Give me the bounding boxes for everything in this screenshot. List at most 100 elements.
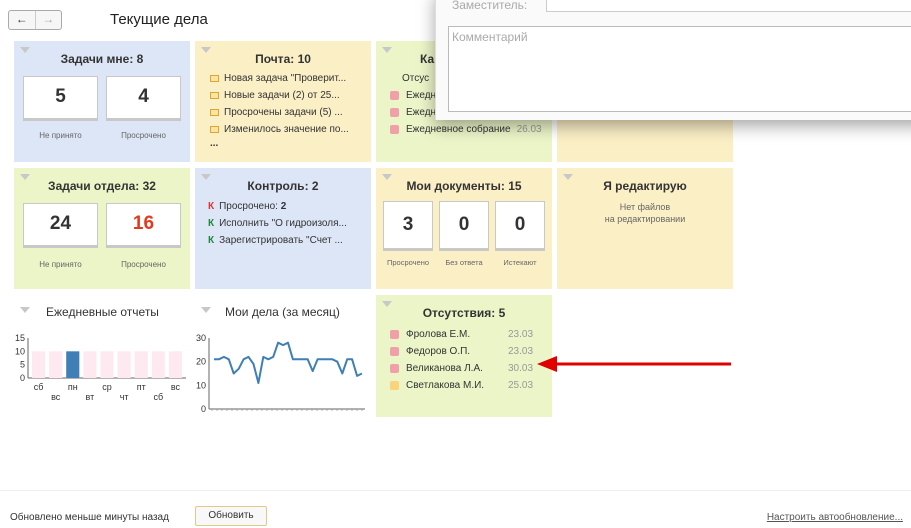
deputy-label: Заместитель: (452, 0, 528, 12)
tile-title[interactable]: Почта: 10 (195, 52, 371, 66)
tile-daily-reports[interactable]: Ежедневные отчеты 0 5 10 15 сб вс пн вт ср чт пт сб… (14, 295, 190, 420)
y-tick-label: 10 (15, 346, 25, 356)
tile-my-documents[interactable]: Мои документы: 15 3 0 0 Просрочено Без о… (376, 168, 552, 289)
mail-item[interactable]: Новая задача "Проверит... (210, 73, 346, 84)
control-item[interactable]: К Исполнить "О гидроизоля... (208, 218, 347, 229)
collapse-triangle-icon[interactable] (201, 307, 211, 313)
bar-background (100, 351, 114, 378)
empty-line-1: Нет файлов (619, 202, 671, 212)
overdue-counter[interactable]: 4 (106, 76, 181, 121)
control-item[interactable]: К Просрочено: 2 (208, 201, 286, 212)
tile-editing[interactable]: Я редактирую Нет файлов на редактировани… (557, 168, 733, 289)
not-accepted-label: Не принято (39, 131, 82, 140)
bar-background (117, 351, 131, 378)
y-tick-label: 15 (15, 333, 25, 343)
envelope-icon (210, 108, 219, 116)
no-answer-label: Без ответа (445, 258, 483, 267)
my-affairs-chart: 0 10 20 30 (196, 333, 365, 414)
tile-my-affairs[interactable]: Мои дела (за месяц) 0 10 20 30 (195, 295, 371, 420)
calendar-subtitle: Отсус (402, 73, 430, 84)
y-tick-label: 20 (196, 357, 206, 367)
more-link[interactable]: ... (210, 138, 218, 149)
control-mark: К (208, 235, 215, 246)
collapse-triangle-icon[interactable] (20, 307, 30, 313)
back-button[interactable]: ← (9, 11, 35, 29)
tile-title[interactable]: Ежедневные отчеты (46, 305, 159, 319)
bar-background (151, 351, 165, 378)
tile-title[interactable]: Задачи отдела: 32 (14, 179, 190, 193)
control-mark: К (208, 218, 215, 229)
tile-control[interactable]: Контроль: 2 К Просрочено: 2 К Исполнить "О… (195, 168, 371, 289)
x-tick-label: ср (102, 382, 112, 392)
calendar-item[interactable]: Ежедн (390, 90, 436, 101)
envelope-icon (210, 74, 219, 82)
absence-date: 30.03 (508, 363, 534, 374)
y-tick-label: 10 (196, 380, 206, 390)
empty-line-2: на редактировании (604, 214, 686, 224)
forward-button[interactable]: → (34, 11, 62, 29)
autoupdate-link[interactable]: Настроить автообновление... (767, 512, 903, 523)
control-item[interactable]: К Зарегистрировать "Счет ... (208, 235, 343, 246)
tile-title[interactable]: Отсутствия: 5 (376, 306, 552, 320)
refresh-button[interactable]: Обновить (195, 506, 267, 526)
status-square-icon (390, 363, 399, 373)
tile-title[interactable]: Задачи мне: 8 (14, 52, 190, 66)
expiring-label: Истекают (503, 258, 537, 267)
expiring-counter[interactable]: 0 (495, 201, 545, 251)
tile-title[interactable]: Я редактирую (557, 179, 733, 193)
tile-title[interactable]: Мои дела (за месяц) (225, 305, 340, 319)
y-tick-label: 0 (20, 373, 25, 383)
no-answer-counter[interactable]: 0 (439, 201, 489, 251)
bar-background (83, 351, 97, 378)
envelope-icon (210, 125, 219, 133)
x-tick-label: пт (137, 382, 146, 392)
tile-dept-tasks[interactable]: Задачи отдела: 32 24 16 Не принято Проср… (14, 168, 190, 289)
collapse-triangle-icon[interactable] (382, 47, 392, 53)
status-square-icon (390, 90, 399, 100)
mail-item[interactable]: Изменилось значение по... (210, 124, 349, 135)
not-accepted-counter[interactable]: 5 (23, 76, 98, 121)
series-line (214, 341, 363, 384)
status-square-icon (390, 346, 399, 356)
x-tick-label: пн (68, 382, 78, 392)
overdue-counter[interactable]: 3 (383, 201, 433, 251)
y-tick-label: 5 (20, 360, 25, 370)
status-square-icon (390, 329, 399, 339)
calendar-item[interactable]: Ежедн (390, 107, 436, 118)
absence-row[interactable]: Великанова Л.А. 30.03 (390, 363, 533, 374)
x-tick-label: вс (51, 392, 61, 402)
status-square-icon (390, 380, 399, 390)
x-tick-label: сб (34, 382, 44, 392)
footer-divider (0, 490, 911, 491)
overdue-label: Просрочено (121, 260, 166, 269)
nav-buttons: ← → (8, 10, 62, 30)
mail-item[interactable]: Новые задачи (2) от 25... (210, 90, 340, 101)
envelope-icon (210, 91, 219, 99)
status-text: Обновлено меньше минуты назад (10, 512, 169, 523)
tile-absences[interactable]: Отсутствия: 5 Фролова Е.М. 23.03 Федоров … (376, 295, 552, 417)
tile-title[interactable]: Мои документы: 15 (376, 179, 552, 193)
absence-date: 23.03 (508, 346, 534, 357)
deputy-field[interactable] (546, 0, 911, 12)
absence-date: 23.03 (508, 329, 534, 340)
tile-my-tasks[interactable]: Задачи мне: 8 5 4 Не принято Просрочено (14, 41, 190, 162)
mail-item[interactable]: Просрочены задачи (5) ... (210, 107, 343, 118)
absence-row[interactable]: Фролова Е.М. 23.03 (390, 329, 533, 340)
comment-textarea[interactable]: Комментарий (448, 26, 911, 112)
not-accepted-counter[interactable]: 24 (23, 203, 98, 248)
daily-reports-chart: 051015сбвспнвтсрчтптсбвс (15, 333, 186, 402)
overdue-label: Просрочено (386, 258, 430, 267)
calendar-item[interactable]: Ежедневное собрание 26.03 (390, 124, 542, 135)
absence-row[interactable]: Федоров О.П. 23.03 (390, 346, 533, 357)
bar-background (168, 351, 182, 378)
tile-mail[interactable]: Почта: 10 Новая задача "Проверит... Новы… (195, 41, 371, 162)
overdue-counter[interactable]: 16 (106, 203, 181, 248)
page-title: Текущие дела (110, 11, 208, 28)
absence-row[interactable]: Светлакова М.И. 25.03 (390, 380, 533, 391)
tile-title[interactable]: Контроль: 2 (195, 179, 371, 193)
calendar-item-date: 26.03 (516, 124, 542, 135)
bar-background (49, 351, 63, 378)
status-square-icon (390, 124, 399, 134)
annotation-arrow-icon (537, 356, 731, 372)
status-square-icon (390, 107, 399, 117)
